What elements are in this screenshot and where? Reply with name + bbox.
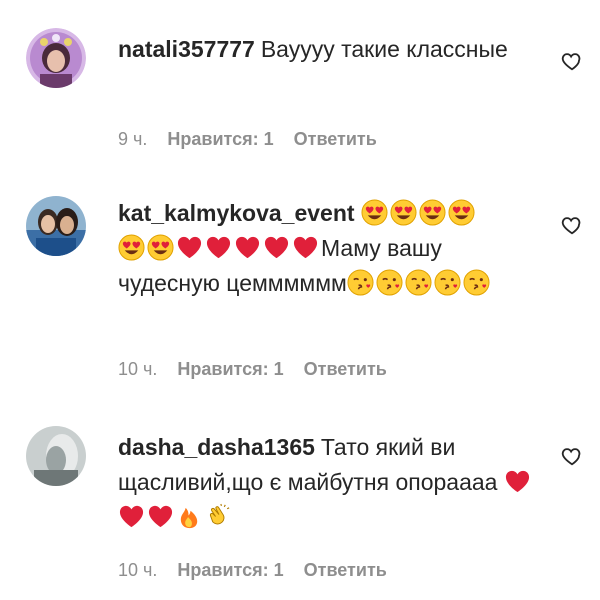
- red-heart-emoji: [263, 234, 290, 261]
- heart-eyes-emoji: [361, 199, 388, 226]
- comment-meta: 9 ч. Нравится: 1 Ответить: [118, 129, 397, 150]
- reply-button[interactable]: Ответить: [294, 129, 377, 149]
- kiss-emoji: [347, 269, 374, 296]
- like-heart-icon[interactable]: [561, 50, 583, 72]
- comment-body: kat_kalmykova_event Маму вашу чудесную це…: [118, 196, 538, 301]
- red-heart-emoji: [176, 234, 203, 261]
- red-heart-emoji: [147, 503, 174, 530]
- heart-eyes-emoji: [390, 199, 417, 226]
- reply-button[interactable]: Ответить: [304, 560, 387, 580]
- clapping-hands-emoji: [205, 503, 232, 530]
- red-heart-emoji: [504, 468, 531, 495]
- red-heart-emoji: [205, 234, 232, 261]
- heart-eyes-emoji: [147, 234, 174, 261]
- kiss-emoji: [376, 269, 403, 296]
- heart-eyes-emoji: [118, 234, 145, 261]
- avatar[interactable]: [26, 196, 86, 256]
- likes-count-link[interactable]: Нравится: 1: [177, 359, 283, 379]
- like-heart-icon[interactable]: [561, 214, 583, 236]
- kiss-emoji: [405, 269, 432, 296]
- heart-eyes-emoji: [419, 199, 446, 226]
- comment-body: natali357777 Вауууу такие классные: [118, 32, 538, 67]
- comment-username[interactable]: natali357777: [118, 36, 255, 62]
- comment-meta: 10 ч. Нравится: 1 Ответить: [118, 359, 407, 380]
- kiss-emoji: [434, 269, 461, 296]
- comment-time: 9 ч.: [118, 129, 148, 149]
- kiss-emoji: [463, 269, 490, 296]
- comment-time: 10 ч.: [118, 560, 158, 580]
- like-heart-icon[interactable]: [561, 445, 583, 467]
- likes-count-link[interactable]: Нравится: 1: [177, 560, 283, 580]
- red-heart-emoji: [118, 503, 145, 530]
- comment-time: 10 ч.: [118, 359, 158, 379]
- likes-count-link[interactable]: Нравится: 1: [167, 129, 273, 149]
- red-heart-emoji: [234, 234, 261, 261]
- avatar[interactable]: [26, 28, 86, 88]
- comment-meta: 10 ч. Нравится: 1 Ответить: [118, 560, 407, 581]
- comment-body: dasha_dasha1365 Тато який ви щасливий,що …: [118, 430, 538, 535]
- avatar[interactable]: [26, 426, 86, 486]
- reply-button[interactable]: Ответить: [304, 359, 387, 379]
- comment-username[interactable]: dasha_dasha1365: [118, 434, 315, 460]
- fire-emoji: [176, 503, 203, 530]
- red-heart-emoji: [292, 234, 319, 261]
- comment-username[interactable]: kat_kalmykova_event: [118, 200, 355, 226]
- comment-text: Вауууу такие классные: [260, 36, 508, 62]
- heart-eyes-emoji: [448, 199, 475, 226]
